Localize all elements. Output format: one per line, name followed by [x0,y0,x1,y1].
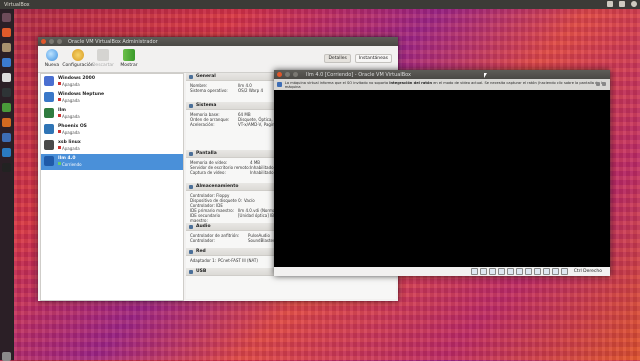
vm-state: Apagada [62,98,80,103]
notice-text: La máquina virtual informa que el SO inv… [285,81,610,89]
info-icon [277,82,282,87]
vm-name: Windows 2000 [58,76,95,81]
app-green-icon[interactable] [2,103,11,112]
manager-title: Oracle VM VirtualBox Administrador [68,38,158,45]
show-label: Mostrar [120,63,138,68]
top-panel: VirtualBox [0,0,640,9]
powered-off-icon [58,130,61,133]
snapshots-button[interactable]: Instantáneas [354,54,392,63]
powered-off-icon [58,98,61,101]
vm-titlebar: Ilm 4.0 [Corriendo] - Oracle VM VirtualB… [274,70,610,79]
vm-item-ilm-4-selected[interactable]: Ilm 4.0 Corriendo [41,154,183,170]
active-app-title: VirtualBox [4,1,30,8]
manager-titlebar: Oracle VM VirtualBox Administrador [38,37,398,46]
ubuntu-software-icon[interactable] [2,28,11,37]
windows-os-icon [44,76,54,86]
display-icon[interactable] [524,268,532,275]
powered-off-icon [58,114,61,117]
vm-state: Corriendo [62,162,82,167]
discard-arrow-icon [97,49,109,61]
settings-gear-icon[interactable] [631,1,637,7]
vm-state: Apagada [62,114,80,119]
volume-icon[interactable] [619,1,625,7]
view-toggle: Detalles Instantáneas [324,54,392,63]
usb-icon [189,269,193,274]
vm-name: xsb linux [58,140,81,145]
hard-disk-icon[interactable] [470,268,478,275]
audio-speaker-icon [189,224,193,229]
close-icon[interactable] [277,72,282,77]
vm-display-window: Ilm 4.0 [Corriendo] - Oracle VM VirtualB… [274,70,610,276]
os2-os-icon [44,156,54,166]
running-icon [58,162,61,165]
maximize-icon[interactable] [293,72,298,77]
terminal-icon[interactable] [2,88,11,97]
keyboard-capture-icon[interactable] [560,268,568,275]
settings-gear-icon [72,49,84,61]
usb-icon[interactable] [506,268,514,275]
vm-state: Apagada [62,130,80,135]
details-button[interactable]: Detalles [324,54,351,63]
app-blue-icon[interactable] [2,148,11,157]
vm-item-windows-neptune[interactable]: Windows Neptune Apagada [41,90,183,106]
other-os-icon [44,108,54,118]
network-icon [189,249,193,254]
vm-screen[interactable] [274,90,610,267]
vm-state: Apagada [62,146,80,151]
notice-text-bold: integración del ratón [389,80,433,85]
host-key-label: Ctrl Derecho [573,269,602,274]
dash-icon[interactable] [2,13,11,22]
vm-name: Ilm [58,108,66,113]
network-icon[interactable] [607,1,613,7]
vm-item-phoenix-os[interactable]: Phoenix OS Apagada [41,122,183,138]
linux-os-icon [44,140,54,150]
vm-state: Apagada [62,82,80,87]
unity-launcher [0,9,14,361]
vm-name: Ilm 4.0 [58,156,76,161]
general-icon [189,74,193,79]
vm-statusbar: Ctrl Derecho [274,267,610,276]
browser-icon[interactable] [2,58,11,67]
minimize-icon[interactable] [49,39,54,44]
virtualbox-icon[interactable] [2,133,11,142]
powered-off-icon [58,82,61,85]
maximize-icon[interactable] [57,39,62,44]
show-button[interactable]: Mostrar [110,49,148,68]
files-icon[interactable] [2,43,11,52]
notice-close-icon[interactable] [602,82,606,86]
powered-off-icon [58,146,61,149]
new-vm-icon [46,49,58,61]
shared-folders-icon[interactable] [515,268,523,275]
video-capture-icon[interactable] [533,268,541,275]
vm-item-ilm[interactable]: Ilm Apagada [41,106,183,122]
vm-window-title: Ilm 4.0 [Corriendo] - Oracle VM VirtualB… [306,71,412,78]
show-arrow-icon [123,49,135,61]
windows-os-icon [44,92,54,102]
mouse-integration-notice: La máquina virtual informa que el SO inv… [274,79,610,90]
mouse-cursor-icon [484,73,487,78]
audio-icon[interactable] [488,268,496,275]
app-dark-icon[interactable] [2,163,11,172]
manager-toolbar: Nueva Configuración Descartar Mostrar De… [38,46,398,73]
storage-disk-icon [189,184,193,189]
other-os-icon [44,124,54,134]
vm-name: Windows Neptune [58,92,105,97]
cpu-icon[interactable] [542,268,550,275]
vm-item-xsb-linux[interactable]: xsb linux Apagada [41,138,183,154]
mouse-integration-icon[interactable] [551,268,559,275]
vm-name: Phoenix OS [58,124,87,129]
vm-list: Windows 2000 Apagada Windows Neptune Apa… [40,73,184,301]
text-editor-icon[interactable] [2,73,11,82]
network-adapter-icon[interactable] [497,268,505,275]
system-tray [607,1,637,7]
notice-dont-show-icon[interactable] [596,82,600,86]
system-chip-icon [189,103,193,108]
optical-drive-icon[interactable] [479,268,487,275]
notice-buttons [596,82,606,86]
display-monitor-icon [189,151,193,156]
app-orange-icon[interactable] [2,118,11,127]
vm-item-windows-2000[interactable]: Windows 2000 Apagada [41,74,183,90]
close-icon[interactable] [41,39,46,44]
minimize-icon[interactable] [285,72,290,77]
